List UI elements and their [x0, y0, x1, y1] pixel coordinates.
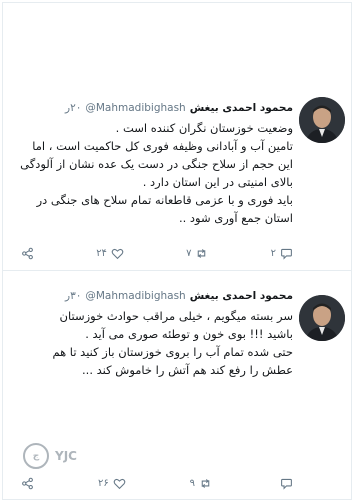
reply-count: ۲ — [270, 248, 276, 259]
reply-icon — [281, 478, 292, 490]
avatar-photo — [299, 97, 345, 143]
tweet-feed: محمود احمدی بیغش @Mahmadibighash ۲۰ر وضع… — [2, 2, 352, 500]
tweet-line: باید فوری و با عزمی قاطعانه تمام سلاح ها… — [36, 193, 293, 207]
tweet-actions: ۹ ۲۶ — [21, 477, 293, 490]
share-button[interactable] — [21, 247, 34, 260]
tweet-actions: ۲ ۷ ۲۴ — [21, 247, 293, 260]
reply-icon — [281, 248, 292, 260]
share-button[interactable] — [21, 477, 34, 490]
share-icon — [22, 247, 33, 260]
retweet-count: ۷ — [186, 248, 192, 259]
like-button[interactable]: ۲۴ — [96, 247, 124, 260]
reply-button[interactable]: ۲ — [271, 247, 293, 260]
tweet-line: استان جمع آوری شود .. — [178, 211, 293, 225]
tweet-line: وضعیت خوزستان نگران کننده است . — [115, 121, 293, 135]
yjc-watermark: ج YJC — [23, 443, 77, 469]
retweet-icon — [198, 249, 206, 258]
tweet-text: سر بسته میگویم ، خیلی مراقب حوادث خوزستا… — [9, 307, 293, 379]
share-icon — [22, 477, 33, 490]
like-icon — [113, 478, 126, 490]
tweet-line: بالای امنیتی در این استان دارد . — [142, 175, 293, 189]
tweet-line: حتی شده تمام آب را بروی خوزستان باز کنید… — [52, 345, 293, 359]
timestamp[interactable]: ۲۰ر — [65, 101, 81, 115]
tweet-line: عطش را رفع کند هم آتش را خاموش کند ... — [82, 363, 293, 377]
avatar[interactable] — [299, 97, 345, 143]
like-button[interactable]: ۲۶ — [98, 477, 126, 490]
like-count: ۲۶ — [97, 478, 109, 489]
tweet-line: سر بسته میگویم ، خیلی مراقب حوادث خوزستا… — [59, 309, 293, 323]
tweet-text: وضعیت خوزستان نگران کننده است . تامین آب… — [9, 119, 293, 227]
tweet-line: باشید !!! بوی خون و توطئه صوری می آید . — [85, 327, 293, 341]
timestamp[interactable]: ۳۰ر — [65, 289, 81, 303]
watermark-logo: ج — [23, 443, 49, 469]
retweet-count: ۹ — [189, 478, 196, 489]
tweet-header: محمود احمدی بیغش @Mahmadibighash ۳۰ر — [9, 289, 293, 303]
author-name[interactable]: محمود احمدی بیغش — [190, 101, 293, 115]
reply-button[interactable] — [276, 477, 293, 490]
avatar-photo — [299, 295, 345, 341]
like-icon — [111, 248, 124, 260]
author-handle[interactable]: @Mahmadibighash — [85, 101, 185, 115]
retweet-button[interactable]: ۹ — [190, 477, 212, 490]
tweet-header: محمود احمدی بیغش @Mahmadibighash ۲۰ر — [9, 101, 293, 115]
retweet-button[interactable]: ۷ — [186, 247, 208, 260]
tweet[interactable]: محمود احمدی بیغش @Mahmadibighash ۲۰ر وضع… — [3, 3, 351, 271]
tweet-line: تامین آب و آبادانی وظیفه فوری کل حاکمیت … — [32, 139, 293, 153]
author-name[interactable]: محمود احمدی بیغش — [190, 289, 293, 303]
like-count: ۲۴ — [96, 248, 107, 259]
tweet-line: این حجم از سلاح جنگی در دست یک عده نشان … — [20, 157, 293, 171]
avatar[interactable] — [299, 295, 345, 341]
author-handle[interactable]: @Mahmadibighash — [85, 289, 185, 303]
retweet-icon — [201, 479, 210, 488]
watermark-text: YJC — [55, 449, 77, 463]
